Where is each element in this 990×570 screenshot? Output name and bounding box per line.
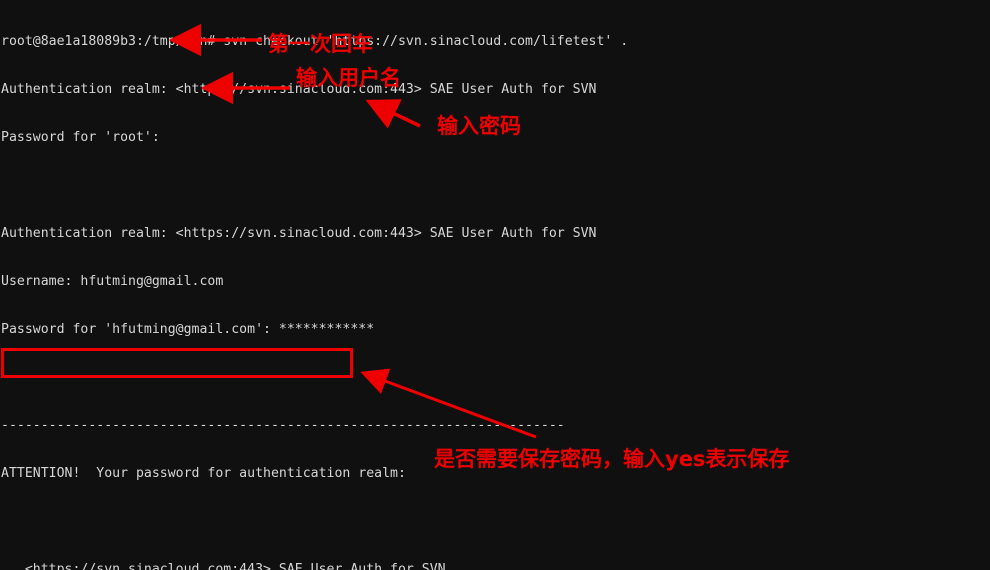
terminal-line: <https://svn.sinacloud.com:443> SAE User… — [1, 562, 446, 570]
terminal-line: ----------------------------------------… — [1, 418, 565, 433]
terminal-line: Authentication realm: <https://svn.sinac… — [1, 226, 597, 241]
terminal-line: Username: hfutming@gmail.com — [1, 274, 224, 289]
terminal-screenshot: root@8ae1a18089b3:/tmp/svn# svn checkout… — [0, 0, 990, 570]
highlight-box-store-password — [1, 348, 353, 378]
terminal-line: Authentication realm: <https://svn.sinac… — [1, 82, 597, 97]
annotation-save-password-hint: 是否需要保存密码，输入yes表示保存 — [434, 447, 790, 471]
annotation-first-enter: 第一次回车 — [268, 32, 373, 56]
annotation-enter-password: 输入密码 — [437, 114, 521, 138]
annotation-enter-username: 输入用户名 — [296, 66, 401, 90]
terminal-output[interactable]: root@8ae1a18089b3:/tmp/svn# svn checkout… — [0, 0, 990, 570]
terminal-line: root@8ae1a18089b3:/tmp/svn# svn checkout… — [1, 34, 629, 49]
terminal-line: Password for 'hfutming@gmail.com': *****… — [1, 322, 375, 337]
